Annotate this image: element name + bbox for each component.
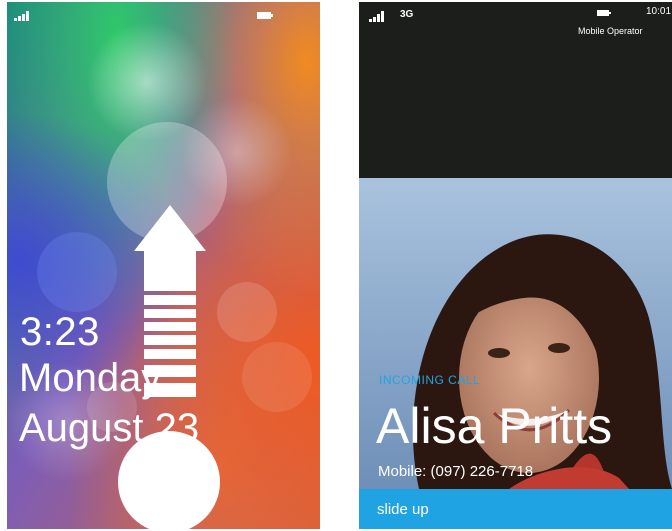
incoming-call-screen: 3G 10:01 Mobile Operator INCOMING CALL A…: [359, 2, 672, 529]
bokeh-light: [242, 342, 312, 412]
caller-number: Mobile: (097) 226-7718: [378, 463, 534, 480]
operator-name: Mobile Operator: [578, 26, 643, 36]
status-clock: 10:01: [646, 6, 672, 17]
caller-name: Alisa Pritts: [376, 398, 613, 454]
bokeh-light: [37, 232, 117, 312]
slide-up-label: slide up: [377, 501, 429, 518]
network-type: 3G: [400, 9, 414, 20]
arrow-up-icon: [134, 205, 206, 397]
battery-icon: [597, 10, 611, 16]
bokeh-light: [217, 282, 277, 342]
lock-screen: 3:23 Monday August 23: [7, 2, 320, 529]
signal-bars-icon: [369, 11, 384, 22]
slide-up-bar[interactable]: slide up: [359, 489, 672, 529]
signal-bars-icon: [14, 11, 29, 21]
lock-time: 3:23: [20, 310, 100, 354]
battery-icon: [257, 12, 273, 19]
circle-handle-icon[interactable]: [118, 431, 220, 529]
incoming-call-label: INCOMING CALL: [379, 373, 481, 387]
